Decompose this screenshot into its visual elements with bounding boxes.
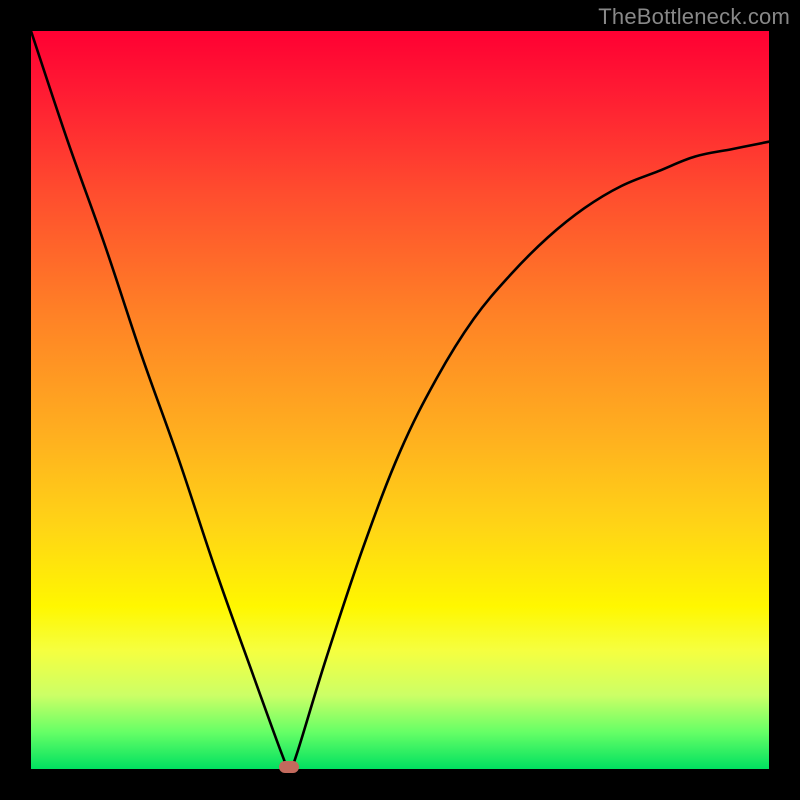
- plot-area: [31, 31, 769, 769]
- curve-svg: [31, 31, 769, 769]
- min-marker: [279, 761, 299, 773]
- chart-frame: TheBottleneck.com: [0, 0, 800, 800]
- curve-path: [31, 31, 769, 770]
- watermark-text: TheBottleneck.com: [598, 4, 790, 30]
